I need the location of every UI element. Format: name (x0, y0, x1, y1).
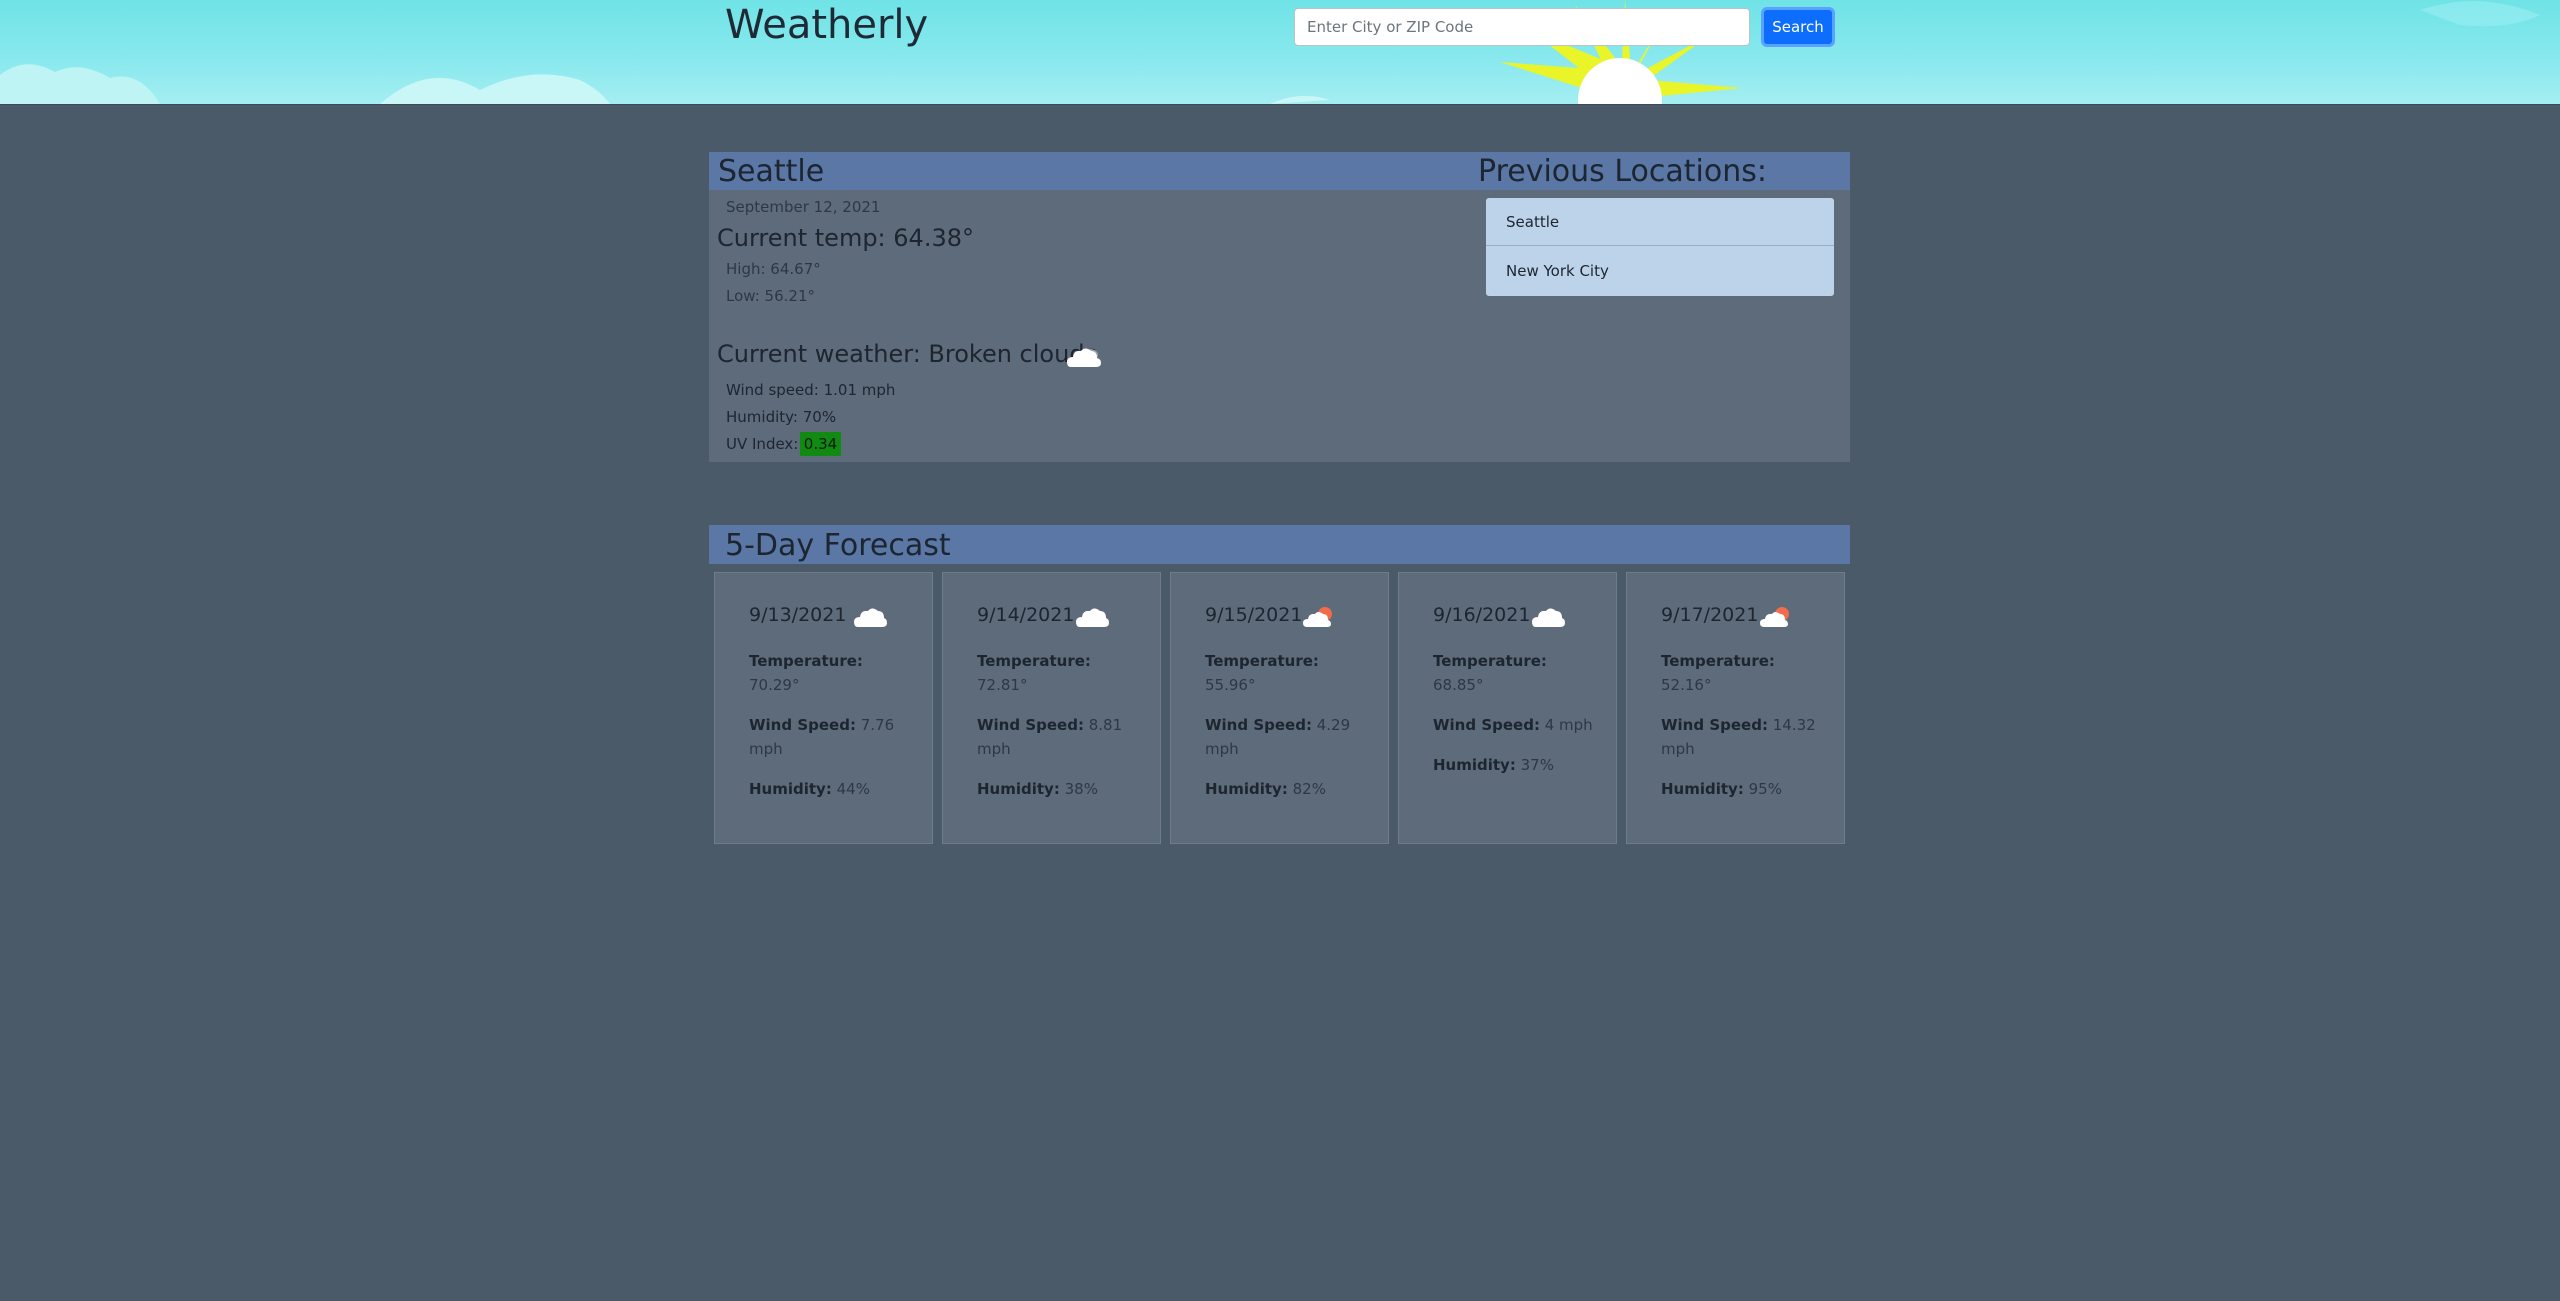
forecast-temperature: Temperature: 70.29° (749, 649, 909, 697)
temperature-label: Temperature: (1433, 652, 1547, 670)
forecast-wind: Wind Speed: 4 mph (1433, 713, 1593, 737)
temperature-value: 70.29° (749, 676, 800, 694)
hills-decoration (0, 1, 2540, 104)
sun-cloud-icon (1760, 607, 1789, 627)
temperature-value: 52.16° (1661, 676, 1712, 694)
forecast-wind: Wind Speed: 4.29 mph (1205, 713, 1365, 761)
humidity-label: Humidity: (1661, 780, 1744, 798)
forecast-date: 9/17/2021 (1661, 604, 1759, 626)
forecast-card: 9/16/2021 Temperature: 68.85° Wind Speed:… (1398, 572, 1617, 844)
cloud-icon (854, 608, 887, 627)
uv-index-badge: 0.34 (800, 432, 841, 456)
previous-location-item[interactable]: New York City (1486, 247, 1834, 295)
forecast-temperature: Temperature: 55.96° (1205, 649, 1365, 697)
forecast-wind: Wind Speed: 14.32 mph (1661, 713, 1821, 761)
humidity-label: Humidity: (1205, 780, 1288, 798)
temperature-value: 68.85° (1433, 676, 1484, 694)
temperature-value: 72.81° (977, 676, 1028, 694)
forecast-wind: Wind Speed: 8.81 mph (977, 713, 1137, 761)
forecast-date: 9/15/2021 (1205, 604, 1303, 626)
forecast-humidity: Humidity: 82% (1205, 777, 1365, 801)
search-input[interactable] (1294, 8, 1750, 46)
app-brand[interactable]: Weatherly (725, 2, 928, 48)
forecast-humidity: Humidity: 44% (749, 777, 909, 801)
city-name: Seattle (718, 154, 825, 189)
forecast-card: 9/17/2021 Temperature: 52.16° Wind Speed:… (1626, 572, 1845, 844)
search-button[interactable]: Search (1761, 7, 1835, 47)
current-temp: Current temp: 64.38° (717, 224, 974, 252)
humidity-value: 38% (1064, 780, 1098, 798)
temperature-label: Temperature: (749, 652, 863, 670)
forecast-date: 9/13/2021 (749, 604, 847, 626)
humidity: Humidity: 70% (726, 408, 837, 426)
wind-value: 4 mph (1544, 716, 1593, 734)
humidity-value: 44% (836, 780, 870, 798)
wind-label: Wind Speed: (1661, 716, 1768, 734)
humidity-value: 82% (1292, 780, 1326, 798)
humidity-label: Humidity: (977, 780, 1060, 798)
forecast-temperature: Temperature: 52.16° (1661, 649, 1821, 697)
previous-location-item[interactable]: Seattle (1486, 198, 1834, 246)
humidity-label: Humidity: (749, 780, 832, 798)
forecast-card: 9/15/2021 Temperature: 55.96° Wind Speed:… (1170, 572, 1389, 844)
forecast-wind: Wind Speed: 7.76 mph (749, 713, 909, 761)
current-date: September 12, 2021 (726, 198, 881, 216)
forecast-humidity: Humidity: 38% (977, 777, 1137, 801)
forecast-card: 9/14/2021 Temperature: 72.81° Wind Speed:… (942, 572, 1161, 844)
forecast-temperature: Temperature: 72.81° (977, 649, 1137, 697)
forecast-date: 9/16/2021 (1433, 604, 1531, 626)
low-temp: Low: 56.21° (726, 287, 815, 305)
forecast-header: 5-Day Forecast (709, 525, 1850, 564)
wind-speed: Wind speed: 1.01 mph (726, 381, 896, 399)
temperature-value: 55.96° (1205, 676, 1256, 694)
forecast-humidity: Humidity: 95% (1661, 777, 1821, 801)
cloud-icon (1076, 608, 1109, 627)
previous-locations-list: Seattle New York City (1486, 198, 1834, 296)
humidity-label: Humidity: (1433, 756, 1516, 774)
sun-cloud-icon (1303, 607, 1332, 627)
wind-label: Wind Speed: (977, 716, 1084, 734)
broken-clouds-icon (1067, 348, 1101, 367)
temperature-label: Temperature: (1205, 652, 1319, 670)
current-weather-panel: Seattle Previous Locations: September 12… (709, 152, 1850, 462)
temperature-label: Temperature: (977, 652, 1091, 670)
humidity-value: 37% (1520, 756, 1554, 774)
forecast-title: 5-Day Forecast (725, 528, 951, 563)
header-banner: Weatherly Search (0, 0, 2560, 105)
wind-label: Wind Speed: (1205, 716, 1312, 734)
temperature-label: Temperature: (1661, 652, 1775, 670)
forecast-temperature: Temperature: 68.85° (1433, 649, 1593, 697)
wind-label: Wind Speed: (749, 716, 856, 734)
forecast-humidity: Humidity: 37% (1433, 753, 1593, 777)
humidity-value: 95% (1748, 780, 1782, 798)
current-weather-header: Seattle Previous Locations: (709, 152, 1850, 190)
cloud-icon (1532, 608, 1565, 627)
current-weather-description: Current weather: Broken clouds (717, 340, 1098, 368)
high-temp: High: 64.67° (726, 260, 821, 278)
forecast-card: 9/13/2021 Temperature: 70.29° Wind Speed:… (714, 572, 933, 844)
uv-index-label: UV Index: (726, 435, 799, 453)
previous-locations-title: Previous Locations: (1478, 154, 1767, 189)
forecast-date: 9/14/2021 (977, 604, 1075, 626)
wind-label: Wind Speed: (1433, 716, 1540, 734)
